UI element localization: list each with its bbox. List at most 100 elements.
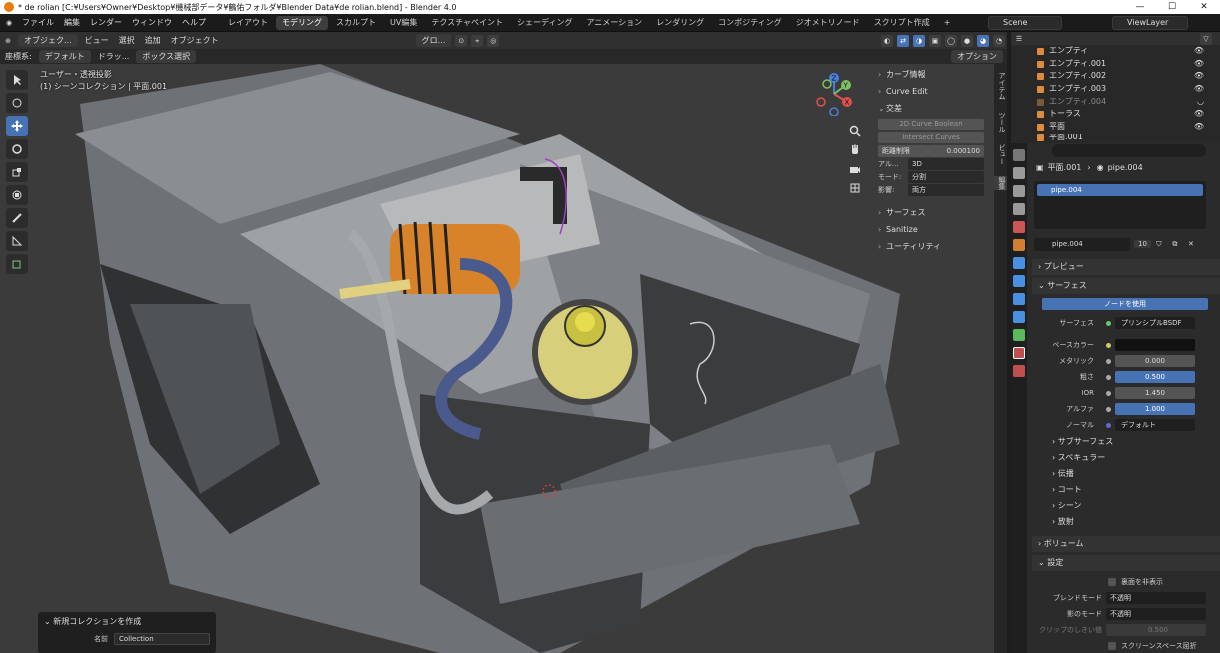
view-layer-tab-icon[interactable] (1013, 203, 1025, 215)
outliner-row[interactable]: 平面 👁 (1011, 121, 1220, 134)
tab-layout[interactable]: レイアウト (222, 16, 274, 30)
proportional-edit-icon[interactable]: ◎ (487, 34, 500, 47)
menu-edit[interactable]: 編集 (59, 14, 85, 32)
operator-title[interactable]: ⌄ 新規コレクションを作成 (38, 612, 216, 631)
object-tab-icon[interactable] (1013, 239, 1025, 251)
transform-tool-icon[interactable] (6, 185, 28, 205)
perspective-grid-icon[interactable] (848, 181, 862, 195)
section-preview[interactable]: › プレビュー (1032, 259, 1220, 275)
zoom-icon[interactable] (848, 124, 862, 138)
outliner-row[interactable]: エンプティ.001 👁 (1011, 58, 1220, 71)
menu-select[interactable]: 選択 (114, 35, 140, 46)
unlink-icon[interactable]: ✕ (1185, 238, 1197, 250)
affect-field[interactable]: 影響: 両方 (878, 184, 984, 196)
section-settings[interactable]: ⌄ 設定 (1032, 555, 1220, 571)
data-tab-icon[interactable] (1013, 329, 1025, 341)
section-volume[interactable]: › ボリューム (1032, 536, 1220, 552)
section-intersect[interactable]: ⌄交差 (874, 100, 986, 117)
camera-view-icon[interactable] (848, 162, 862, 176)
overlay-icon[interactable]: ◑ (913, 34, 925, 47)
menu-object[interactable]: オブジェクト (166, 35, 224, 46)
material-tab-icon[interactable] (1013, 347, 1025, 359)
tab-view[interactable]: ビュー (994, 144, 1007, 165)
tab-edit[interactable]: 編集 (994, 176, 1007, 190)
section-curve-info[interactable]: › カーブ情報 (874, 66, 986, 83)
blend-mode-field[interactable]: ブレンドモード 不透明 (1030, 591, 1220, 605)
pan-hand-icon[interactable] (848, 143, 862, 157)
minimize-button[interactable]: — (1124, 0, 1156, 14)
add-workspace-button[interactable]: + (938, 16, 957, 30)
eye-hidden-icon[interactable]: ◡ (1197, 96, 1204, 109)
menu-window[interactable]: ウィンドウ (127, 14, 177, 32)
outliner-row[interactable]: エンプティ.003 👁 (1011, 83, 1220, 96)
solid-shading-icon[interactable]: ● (961, 34, 973, 47)
distance-field[interactable]: 距離制限 0.000100 (878, 145, 984, 157)
algorithm-field[interactable]: アル... 3D (878, 158, 984, 170)
xray-icon[interactable]: ▣ (929, 34, 941, 47)
eye-icon[interactable]: 👁 (1194, 108, 1204, 121)
menu-add[interactable]: 追加 (140, 35, 166, 46)
subsection-specular[interactable]: › スペキュラー (1030, 450, 1220, 466)
menu-render[interactable]: レンダー (85, 14, 127, 32)
move-tool-icon[interactable] (6, 116, 28, 136)
subsection-emission[interactable]: › 放射 (1030, 514, 1220, 530)
outliner-row[interactable]: エンプティ.002 👁 (1011, 70, 1220, 83)
annotate-tool-icon[interactable] (6, 208, 28, 228)
scene-selector[interactable]: Scene (988, 16, 1062, 30)
metallic-field[interactable]: メタリック 0.000 (1030, 354, 1220, 368)
editor-type-icon[interactable]: ⊕ (2, 35, 14, 47)
gizmo-icon[interactable]: ⇄ (897, 34, 909, 47)
filter-icon[interactable]: ▽ (1200, 32, 1212, 45)
material-shading-icon[interactable]: ◕ (977, 34, 989, 47)
options-dropdown[interactable]: オプション (951, 50, 1003, 63)
select-tool-icon[interactable] (6, 70, 28, 90)
subsection-subsurface[interactable]: › サブサーフェス (1030, 434, 1220, 450)
tab-rendering[interactable]: レンダリング (650, 16, 710, 30)
measure-tool-icon[interactable] (6, 231, 28, 251)
outliner-row[interactable]: 平面.001 (1011, 134, 1220, 142)
alpha-field[interactable]: アルファ 1.000 (1030, 402, 1220, 416)
base-color-field[interactable]: ベースカラー (1030, 338, 1220, 352)
section-surface[interactable]: ⌄ サーフェス (1032, 278, 1220, 294)
surface-shader-field[interactable]: サーフェス プリンシプルBSDF (1030, 316, 1220, 330)
eye-icon[interactable]: 👁 (1194, 70, 1204, 83)
blender-menu-icon[interactable]: ◉ (3, 17, 15, 29)
visibility-icon[interactable]: ◐ (881, 34, 893, 47)
rendered-shading-icon[interactable]: ◔ (993, 34, 1005, 47)
section-surface[interactable]: › サーフェス (874, 204, 986, 221)
modifier-tab-icon[interactable] (1013, 257, 1025, 269)
outliner-type-icon[interactable]: ☰ (1013, 33, 1025, 45)
texture-tab-icon[interactable] (1013, 365, 1025, 377)
coord-dropdown[interactable]: デフォルト (38, 50, 91, 63)
eye-icon[interactable]: 👁 (1194, 121, 1204, 134)
eye-icon[interactable]: 👁 (1194, 83, 1204, 96)
fake-user-shield-icon[interactable]: ⛉ (1153, 238, 1165, 250)
normal-field[interactable]: ノーマル デフォルト (1030, 418, 1220, 432)
outliner-row[interactable]: トーラス 👁 (1011, 108, 1220, 121)
navigation-gizmo[interactable]: Z X Y (812, 72, 856, 116)
material-name-field[interactable]: pipe.004 (1034, 237, 1130, 251)
properties-search-input[interactable] (1052, 144, 1206, 157)
add-cube-tool-icon[interactable] (6, 254, 28, 274)
scale-tool-icon[interactable] (6, 162, 28, 182)
clip-threshold-field[interactable]: クリップのしきい値 0.500 (1030, 623, 1220, 637)
eye-icon[interactable]: 👁 (1194, 45, 1204, 58)
output-tab-icon[interactable] (1013, 185, 1025, 197)
cursor-tool-icon[interactable] (6, 93, 28, 113)
tab-animation[interactable]: アニメーション (580, 16, 648, 30)
tab-uv-editing[interactable]: UV編集 (384, 16, 423, 30)
tab-item[interactable]: アイテム (994, 72, 1007, 100)
mode-dropdown[interactable]: オブジェク... (18, 34, 78, 47)
render-tab-icon[interactable] (1013, 167, 1025, 179)
close-button[interactable]: ✕ (1188, 0, 1220, 14)
transform-orientation-dropdown[interactable]: グロ... (415, 34, 452, 47)
menu-view[interactable]: ビュー (80, 35, 114, 46)
select-mode-dropdown[interactable]: ボックス選択 (136, 50, 197, 63)
tab-compositing[interactable]: コンポジティング (712, 16, 788, 30)
use-nodes-button[interactable]: ノードを使用 (1042, 298, 1208, 310)
3d-viewport[interactable]: ユーザー・透視投影 (1) シーンコレクション | 平面.001 Z X Y ›… (0, 64, 994, 653)
pivot-icon[interactable]: ⊙ (455, 34, 468, 47)
screen-space-refraction-checkbox[interactable]: スクリーンスペース屈折 (1030, 639, 1220, 653)
ior-field[interactable]: IOR 1.450 (1030, 386, 1220, 400)
tool-tab-icon[interactable] (1013, 149, 1025, 161)
